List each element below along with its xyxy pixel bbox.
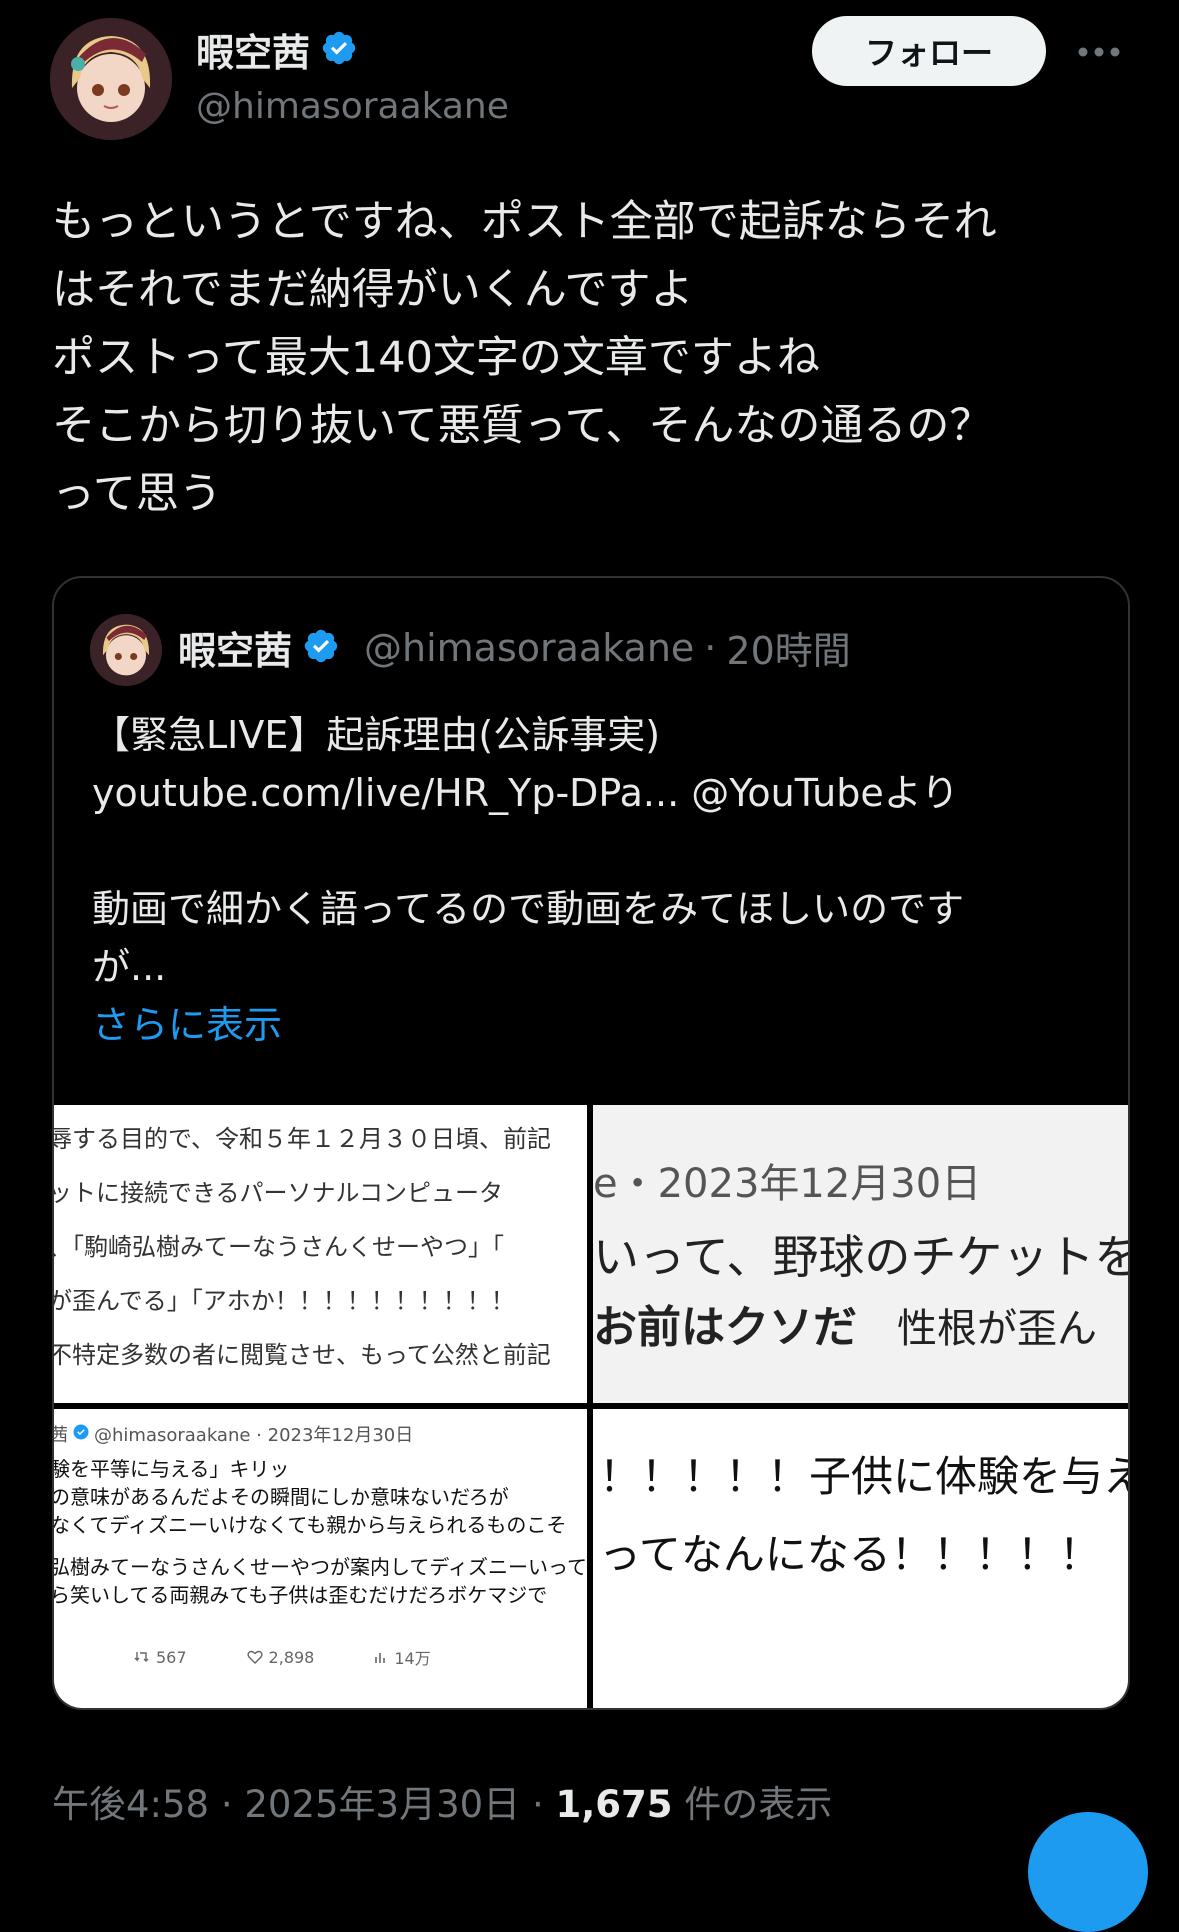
follow-button[interactable]: フォロー [812,16,1046,86]
image-text-line: 、「駒崎弘樹みてーなうさんくせーやつ」「 [54,1233,504,1261]
views-label: 件の表示 [684,1783,833,1826]
image-tweet-name: 茜 [54,1421,68,1447]
retweet-count: 567 [156,1647,187,1667]
image-text-line: なくてディズニーいけなくても親から与えられるものこそ [54,1513,567,1537]
image-tweet-header: 茜 @himasoraakane · 2023年12月30日 [54,1421,413,1447]
quoted-text-line: 動画で細かく語ってるので動画をみてほしいのです [92,887,965,931]
image-text-line: ットに接続できるパーソナルコンピュータ [54,1179,504,1207]
image-text-line: が歪んでる」「アホか！！！！！！！！！！ [54,1287,515,1315]
image-text-line: お前はクソだ 性根が歪ん [593,1291,1097,1355]
post-text-line: はそれでまだ納得がいくんですよ [52,265,694,315]
image-text-line: 験を平等に与える」キリッ [54,1457,290,1481]
like-count: 2,898 [268,1647,315,1667]
media-image-2[interactable]: e・2023年12月30日 いって、野球のチケットを お前はクソだ 性根が歪ん [593,1105,1128,1403]
meta-separator: · [531,1783,544,1826]
image-text-line: 不特定多数の者に閲覧させ、もって公然と前記 [54,1341,551,1369]
heart-icon [246,1650,263,1664]
verified-badge-icon [320,29,358,71]
quoted-header: 暇空茜 @himasoraakane · 20時間 [178,620,851,675]
post-meta: 午後4:58 · 2025年3月30日 · 1,675 件の表示 [52,1774,832,1828]
image-text-line: ！！！！！子供に体験を与え [599,1452,1128,1501]
image-tweet-handle: @himasoraakane · 2023年12月30日 [94,1425,414,1446]
image-tweet-stats: 567 2,898 14万 [134,1645,431,1669]
image-text-line: 辱する目的で、令和５年１２月３０日頃、前記 [54,1125,552,1153]
post-text-line: って思う [52,469,222,519]
view-count: 14万 [394,1649,431,1668]
media-image-3[interactable]: 茜 @himasoraakane · 2023年12月30日 験を平等に与える」… [54,1409,587,1708]
views-count: 1,675 [555,1783,673,1826]
image-text-line: いって、野球のチケットを [593,1230,1128,1284]
media-grid: 辱する目的で、令和５年１２月３０日頃、前記 ットに接続できるパーソナルコンピュー… [54,1105,1128,1708]
author-name-row: 暇空茜 [196,22,358,77]
image-text-line: ってなんになる！！！！！ [599,1530,1101,1579]
quoted-display-name: 暇空茜 [178,629,293,673]
quoted-post-card[interactable]: 暇空茜 @himasoraakane · 20時間 【緊急LIVE】起訴理由(公… [52,576,1130,1710]
meta-separator: · [220,1783,233,1826]
author-handle[interactable]: @himasoraakane [196,86,509,127]
image-retweet-stat: 567 [134,1648,187,1667]
author-display-name[interactable]: 暇空茜 [196,22,310,77]
post-text-line: そこから切り抜いて悪質って、そんなの通るの？ [52,401,993,451]
quoted-text-line: youtube.com/live/HR_Yp-DPa... @YouTubeより [92,771,959,815]
image-text-line: ら笑いしてる両親みても子供は歪むだけだろボケマジで [54,1583,548,1607]
compose-button[interactable] [1028,1812,1148,1932]
media-image-1[interactable]: 辱する目的で、令和５年１２月３０日頃、前記 ットに接続できるパーソナルコンピュー… [54,1105,587,1403]
quoted-author-avatar [90,614,162,686]
retweet-icon [134,1652,149,1662]
quoted-time: 20時間 [726,629,851,673]
quoted-text: 【緊急LIVE】起訴理由(公訴事実) youtube.com/live/HR_Y… [92,706,1092,1054]
quoted-text-line [92,822,1092,880]
image-view-stat: 14万 [374,1645,431,1669]
quoted-handle: @himasoraakane [364,625,695,670]
post-time[interactable]: 午後4:58 [52,1783,209,1826]
verified-badge-icon [302,627,340,669]
post-text-line: ポストって最大140文字の文章ですよね [52,333,820,383]
image-text-line: 弘樹みてーなうさんくせーやつが案内してディズニーいって [54,1555,587,1579]
image-date-text: e・2023年12月30日 [593,1161,982,1207]
image-text-rest: 性根が歪ん [897,1306,1097,1352]
views-icon [375,1653,386,1663]
image-bold-text: お前はクソだ [593,1302,857,1353]
post-date[interactable]: 2025年3月30日 [244,1783,520,1826]
post-text-line: もっというとですね、ポスト全部で起訴ならそれ [52,197,997,247]
image-text-line: の意味があるんだよその瞬間にしか意味ないだろが [54,1485,509,1509]
show-more-link[interactable]: さらに表示 [92,996,1092,1054]
post-text: もっというとですね、ポスト全部で起訴ならそれ はそれでまだ納得がいくんですよ ポ… [52,188,1132,528]
quoted-text-line: 【緊急LIVE】起訴理由(公訴事実) [92,713,661,757]
quoted-text-line: が... [92,945,167,989]
image-like-stat: 2,898 [246,1647,315,1667]
author-avatar[interactable] [50,18,172,140]
quoted-separator: · [704,625,717,670]
more-horizontal-icon[interactable] [1074,32,1124,72]
verified-badge-icon [72,1423,90,1446]
media-image-4[interactable]: ！！！！！子供に体験を与え ってなんになる！！！！！ [593,1409,1128,1708]
